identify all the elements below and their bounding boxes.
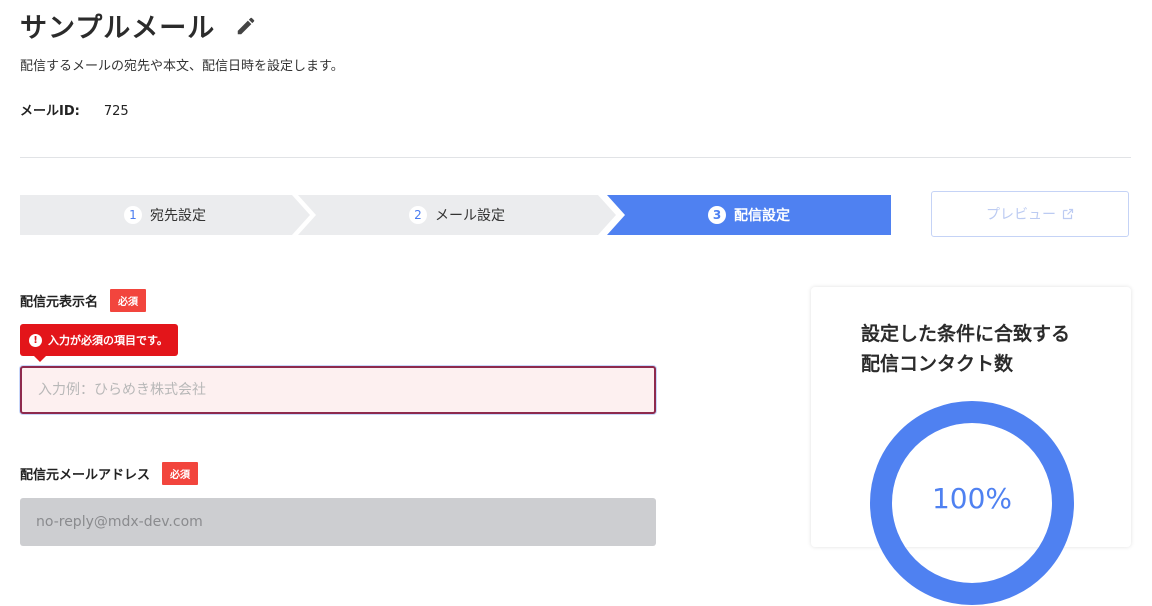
sender-email-input — [20, 498, 656, 546]
contacts-percent: 100% — [931, 482, 1013, 515]
preview-button[interactable]: プレビュー — [931, 191, 1129, 237]
page-description: 配信するメールの宛先や本文、配信日時を設定します。 — [20, 59, 344, 74]
step-progress: 1 宛先設定 2 メール設定 3 配信設定 — [20, 195, 891, 235]
contacts-card-title-line2: 配信コンタクト数 — [861, 353, 1014, 375]
contacts-card-title: 設定した条件に合致する 配信コンタクト数 — [861, 319, 1070, 379]
step-mail[interactable]: 2 メール設定 — [298, 195, 616, 235]
required-badge: 必須 — [110, 289, 147, 312]
sender-name-label: 配信元表示名 必須 — [20, 289, 147, 312]
sender-email-label: 配信元メールアドレス 必須 — [20, 462, 199, 485]
error-tooltip: ! 入力が必須の項目です。 — [20, 324, 178, 362]
step-delivery[interactable]: 3 配信設定 — [607, 195, 891, 235]
required-badge: 必須 — [162, 462, 199, 485]
step-recipient[interactable]: 1 宛先設定 — [20, 195, 310, 235]
mail-id-label: メールID: — [20, 104, 80, 119]
contacts-card: 設定した条件に合致する 配信コンタクト数 100% — [811, 287, 1131, 605]
step-label: 配信設定 — [734, 208, 790, 224]
page-title-text: サンプルメール — [20, 13, 216, 44]
sender-email-label-text: 配信元メールアドレス — [20, 468, 151, 483]
sender-name-input[interactable] — [20, 366, 656, 414]
sender-name-label-text: 配信元表示名 — [20, 295, 99, 310]
step-label: メール設定 — [435, 208, 505, 224]
step-number: 1 — [124, 206, 142, 224]
preview-button-label: プレビュー — [986, 207, 1056, 223]
step-number: 2 — [409, 206, 427, 224]
page-title: サンプルメール — [20, 6, 257, 45]
mail-id: メールID: 725 — [20, 100, 129, 119]
external-link-icon — [1062, 208, 1074, 220]
warning-icon: ! — [29, 333, 42, 347]
pencil-icon[interactable] — [235, 15, 257, 37]
step-number: 3 — [708, 206, 726, 224]
contacts-card-title-line1: 設定した条件に合致する — [861, 323, 1071, 345]
error-message: 入力が必須の項目です。 — [48, 334, 168, 347]
mail-id-value: 725 — [103, 104, 129, 119]
step-label: 宛先設定 — [150, 208, 206, 224]
divider — [20, 157, 1131, 158]
